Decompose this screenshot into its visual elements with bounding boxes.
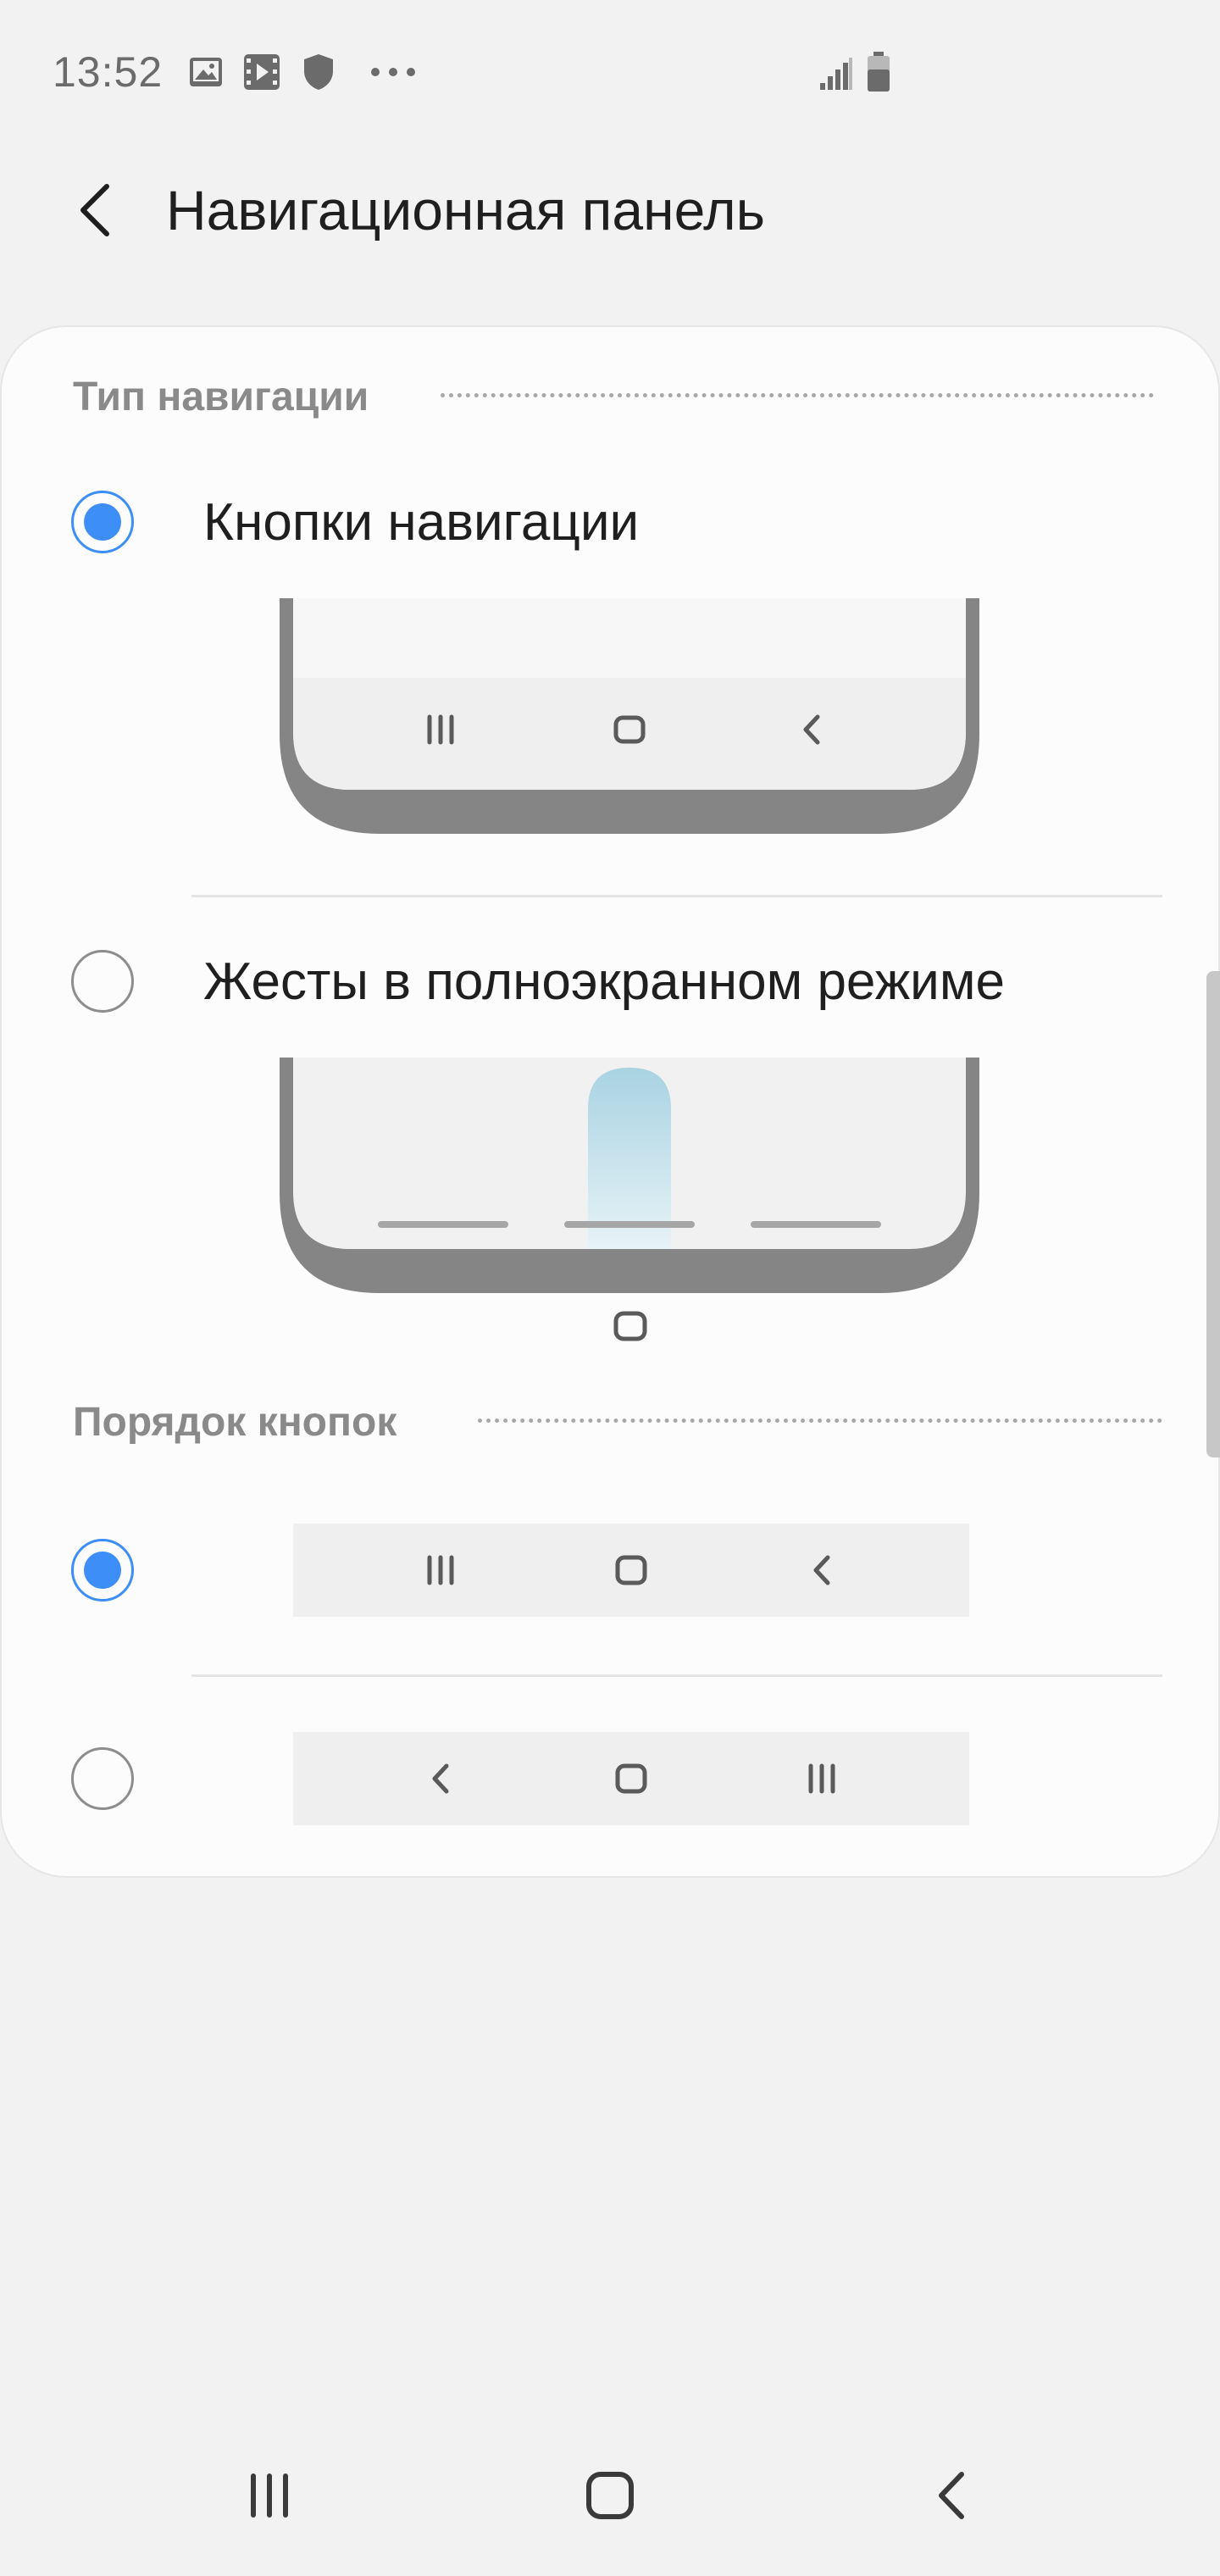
recents-icon <box>808 1763 835 1794</box>
radio-button-order-1[interactable] <box>71 1539 134 1602</box>
recents-icon <box>251 2473 288 2518</box>
navigation-buttons-illustration[interactable] <box>278 598 981 836</box>
more-dots-icon <box>371 68 415 76</box>
gesture-hint-back <box>751 1221 881 1228</box>
image-icon <box>190 58 222 86</box>
home-icon <box>615 1763 647 1794</box>
status-bar: 13:52 <box>0 0 1220 149</box>
signal-icon <box>820 58 852 90</box>
option-divider <box>191 1674 1162 1677</box>
chevron-left-icon <box>80 184 109 236</box>
app-header: Навигационная панель <box>0 149 1220 319</box>
section-divider-dots <box>441 393 1154 397</box>
gesture-hint-recents <box>378 1221 508 1228</box>
gesture-hint-home <box>564 1221 695 1228</box>
section-title: Тип навигации <box>73 374 369 419</box>
radio-fullscreen-gestures[interactable] <box>71 950 134 1013</box>
section-header-navigation-type: Тип навигации <box>73 371 369 422</box>
radio-navigation-buttons[interactable] <box>71 491 134 553</box>
shield-icon <box>304 54 333 90</box>
status-time: 13:52 <box>53 48 164 96</box>
settings-card: Тип навигации Кнопки навигации Жесты в п… <box>0 325 1220 1878</box>
section-divider-dots <box>478 1418 1162 1423</box>
video-icon <box>244 54 280 90</box>
scrollbar[interactable] <box>1206 971 1220 1457</box>
recents-button[interactable] <box>202 2415 337 2576</box>
back-icon <box>939 2472 964 2519</box>
section-title: Порядок кнопок <box>73 1399 397 1445</box>
button-order-preview-1[interactable] <box>293 1524 969 1617</box>
option-divider <box>191 895 1162 897</box>
system-navigation-bar <box>0 2415 1220 2576</box>
home-icon <box>615 1555 647 1585</box>
section-header-button-order: Порядок кнопок <box>73 1396 396 1447</box>
home-icon <box>613 1311 647 1341</box>
home-icon <box>586 2472 634 2519</box>
page-title: Навигационная панель <box>166 179 765 242</box>
back-icon <box>432 1763 449 1794</box>
button-order-preview-2[interactable] <box>293 1732 969 1825</box>
recents-icon <box>427 1555 454 1585</box>
option-label-fullscreen-gestures[interactable]: Жесты в полноэкранном режиме <box>203 944 1005 1020</box>
battery-icon <box>868 52 890 92</box>
radio-button-order-2[interactable] <box>71 1747 134 1810</box>
back-button[interactable] <box>59 175 130 246</box>
fullscreen-gestures-illustration[interactable] <box>278 1058 981 1295</box>
back-icon <box>813 1555 830 1585</box>
option-label-navigation-buttons[interactable]: Кнопки навигации <box>203 485 639 561</box>
back-button[interactable] <box>883 2415 1018 2576</box>
home-button[interactable] <box>542 2415 678 2576</box>
